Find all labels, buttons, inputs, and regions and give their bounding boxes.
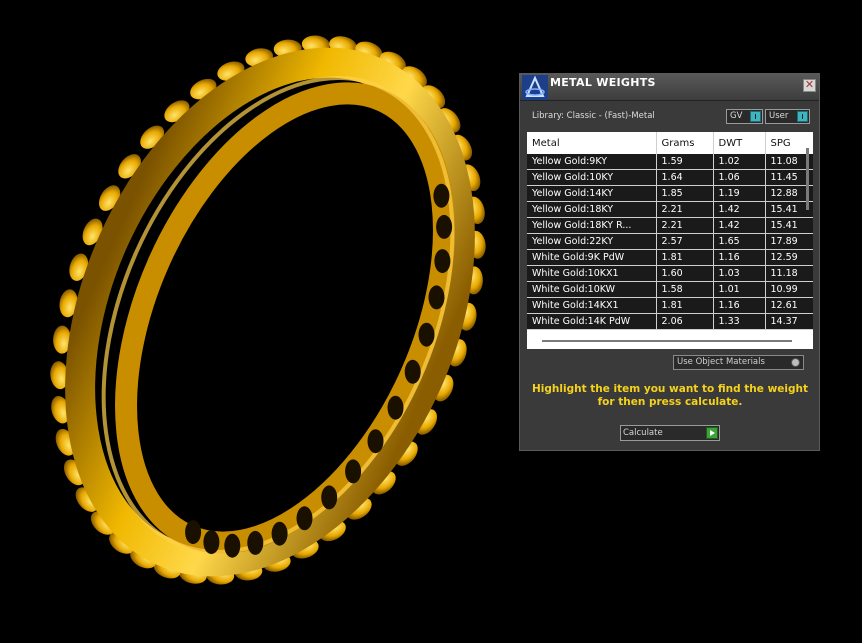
cell-metal: Yellow Gold:18KY bbox=[527, 201, 657, 218]
gv-toggle[interactable]: GV bbox=[726, 109, 763, 124]
cell-dwt: 1.03 bbox=[713, 265, 766, 282]
cell-spg: 14.37 bbox=[765, 313, 813, 330]
cell-grams: 1.81 bbox=[656, 297, 714, 314]
cell-grams: 1.85 bbox=[656, 185, 714, 202]
cell-metal: Yellow Gold:10KY bbox=[527, 169, 657, 186]
cell-spg: 17.89 bbox=[765, 233, 813, 250]
ring-hole bbox=[404, 359, 421, 384]
horizontal-scrollbar[interactable] bbox=[542, 340, 792, 342]
toggle-knob-icon bbox=[797, 111, 808, 122]
cell-metal: White Gold:10KW bbox=[527, 281, 657, 298]
metal-weights-panel: METAL WEIGHTS ✕ Library: Classic - (Fast… bbox=[519, 73, 820, 451]
cell-metal: White Gold:9K PdW bbox=[527, 249, 657, 266]
cell-dwt: 1.19 bbox=[713, 185, 766, 202]
gold-ring-model bbox=[50, 35, 486, 585]
ring-hole bbox=[367, 429, 384, 454]
calculate-button[interactable]: Calculate bbox=[620, 425, 720, 441]
table-row[interactable]: White Gold:14K PdW 2.06 1.33 14.37 bbox=[527, 313, 813, 330]
ring-hole bbox=[428, 285, 445, 310]
table-row[interactable]: White Gold:10KW 1.58 1.01 10.99 bbox=[527, 281, 813, 298]
ring-hole bbox=[321, 485, 338, 510]
library-label: Library: Classic - (Fast)-Metal bbox=[532, 111, 655, 121]
cell-grams: 2.21 bbox=[656, 201, 714, 218]
cell-metal: White Gold:14K PdW bbox=[527, 313, 657, 330]
gv-toggle-label: GV bbox=[730, 111, 743, 121]
ring-hole bbox=[345, 459, 362, 484]
metal-weights-table[interactable]: Metal Grams DWT SPG Yellow Gold:9KY 1.59 1… bbox=[527, 132, 813, 349]
use-object-materials-option[interactable]: Use Object Materials bbox=[673, 355, 804, 370]
ring-hole bbox=[434, 249, 451, 274]
ring-hole bbox=[185, 520, 202, 545]
cell-metal: Yellow Gold:22KY bbox=[527, 233, 657, 250]
table-header-row: Metal Grams DWT SPG bbox=[527, 132, 813, 154]
cell-dwt: 1.33 bbox=[713, 313, 766, 330]
play-arrow-icon bbox=[706, 427, 718, 439]
table-row[interactable]: Yellow Gold:14KY 1.85 1.19 12.88 bbox=[527, 185, 813, 202]
cell-dwt: 1.06 bbox=[713, 169, 766, 186]
cell-metal: Yellow Gold:14KY bbox=[527, 185, 657, 202]
cell-grams: 1.60 bbox=[656, 265, 714, 282]
cell-dwt: 1.42 bbox=[713, 217, 766, 234]
cell-spg: 12.61 bbox=[765, 297, 813, 314]
toggle-knob-icon bbox=[750, 111, 761, 122]
cell-dwt: 1.42 bbox=[713, 201, 766, 218]
cell-dwt: 1.65 bbox=[713, 233, 766, 250]
table-row[interactable]: White Gold:14KX1 1.81 1.16 12.61 bbox=[527, 297, 813, 314]
table-row[interactable]: White Gold:10KX1 1.60 1.03 11.18 bbox=[527, 265, 813, 282]
table-row[interactable]: Yellow Gold:18KY 2.21 1.42 15.41 bbox=[527, 201, 813, 218]
instruction-text: Highlight the item you want to find the … bbox=[532, 383, 808, 408]
vertical-scrollbar[interactable] bbox=[806, 148, 809, 210]
cell-spg: 10.99 bbox=[765, 281, 813, 298]
cell-dwt: 1.16 bbox=[713, 249, 766, 266]
ring-hole bbox=[271, 521, 288, 546]
cell-grams: 2.21 bbox=[656, 217, 714, 234]
table-row[interactable]: Yellow Gold:18KY R... 2.21 1.42 15.41 bbox=[527, 217, 813, 234]
cell-spg: 11.18 bbox=[765, 265, 813, 282]
cell-metal: White Gold:14KX1 bbox=[527, 297, 657, 314]
cell-grams: 1.58 bbox=[656, 281, 714, 298]
table-row[interactable]: White Gold:9K PdW 1.81 1.16 12.59 bbox=[527, 249, 813, 266]
user-toggle-label: User bbox=[769, 111, 789, 121]
cell-dwt: 1.16 bbox=[713, 297, 766, 314]
ring-hole bbox=[203, 530, 220, 555]
column-header-grams[interactable]: Grams bbox=[656, 132, 714, 154]
ring-hole bbox=[433, 183, 450, 208]
cell-grams: 1.64 bbox=[656, 169, 714, 186]
user-toggle[interactable]: User bbox=[765, 109, 810, 124]
panel-title: METAL WEIGHTS bbox=[550, 76, 656, 89]
cell-metal: Yellow Gold:18KY R... bbox=[527, 217, 657, 234]
cell-dwt: 1.02 bbox=[713, 154, 766, 170]
close-icon[interactable]: ✕ bbox=[803, 79, 816, 92]
ring-hole bbox=[387, 395, 404, 420]
cell-grams: 2.06 bbox=[656, 313, 714, 330]
cell-dwt: 1.01 bbox=[713, 281, 766, 298]
ring-hole bbox=[296, 506, 313, 531]
table-row[interactable]: Yellow Gold:22KY 2.57 1.65 17.89 bbox=[527, 233, 813, 250]
column-header-dwt[interactable]: DWT bbox=[713, 132, 766, 154]
table-row[interactable]: Yellow Gold:10KY 1.64 1.06 11.45 bbox=[527, 169, 813, 186]
cell-grams: 2.57 bbox=[656, 233, 714, 250]
calculate-label: Calculate bbox=[623, 428, 663, 438]
app-logo-icon bbox=[522, 75, 548, 100]
panel-titlebar[interactable]: METAL WEIGHTS ✕ bbox=[520, 74, 819, 101]
cell-metal: Yellow Gold:9KY bbox=[527, 154, 657, 170]
ring-hole bbox=[418, 322, 435, 347]
cell-grams: 1.59 bbox=[656, 154, 714, 170]
cell-metal: White Gold:10KX1 bbox=[527, 265, 657, 282]
ring-hole bbox=[436, 214, 453, 239]
cell-spg: 12.59 bbox=[765, 249, 813, 266]
cell-grams: 1.81 bbox=[656, 249, 714, 266]
ring-hole bbox=[247, 530, 264, 555]
cell-spg: 15.41 bbox=[765, 217, 813, 234]
column-header-metal[interactable]: Metal bbox=[527, 132, 657, 154]
use-object-materials-label: Use Object Materials bbox=[677, 357, 765, 367]
ring-hole bbox=[224, 533, 241, 558]
radio-icon[interactable] bbox=[791, 358, 800, 367]
table-row[interactable]: Yellow Gold:9KY 1.59 1.02 11.08 bbox=[527, 154, 813, 170]
